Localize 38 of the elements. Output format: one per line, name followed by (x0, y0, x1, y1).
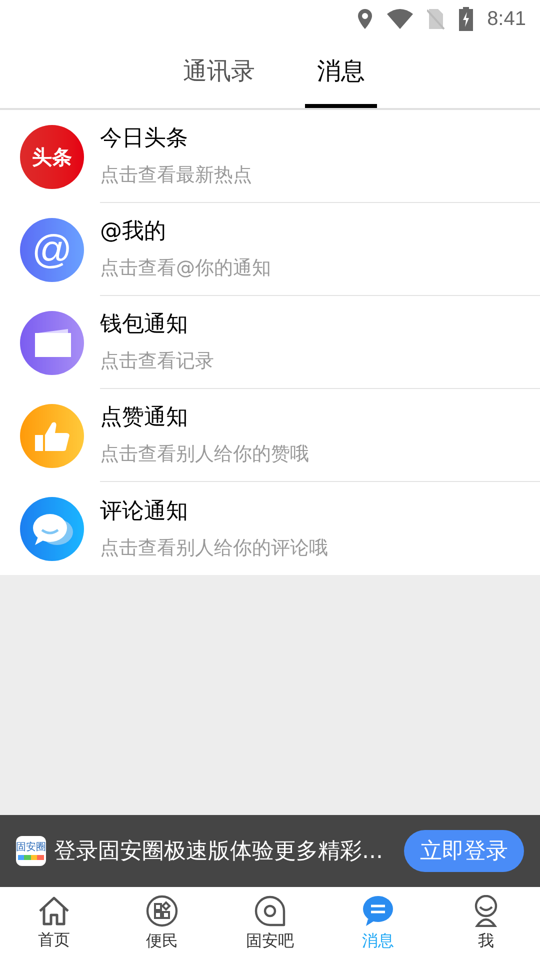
nav-tab[interactable]: 我 (432, 887, 540, 960)
message-item[interactable]: 点赞通知 点击查看别人给你的赞哦 (0, 389, 540, 482)
no-sim-icon (427, 8, 446, 30)
message-subtitle: 点击查看@你的通知 (100, 256, 272, 282)
message-subtitle: 点击查看别人给你的评论哦 (100, 536, 329, 561)
nav-tab[interactable]: 首页 (0, 887, 108, 960)
thumbs-up-icon (20, 404, 84, 468)
app-icon[interactable]: 固安圈 (16, 836, 46, 866)
app-icon-text: 固安圈 (16, 842, 46, 852)
wallet-icon (20, 310, 84, 374)
icon-text: 头条 (32, 144, 72, 170)
tab[interactable]: 通讯录 (171, 38, 267, 108)
message-item[interactable]: 评论通知 点击查看别人给你的评论哦 (0, 482, 540, 575)
message-title: 点赞通知 (100, 404, 189, 432)
nav-tab[interactable]: 固安吧 (216, 887, 324, 960)
message-subtitle: 点击查看记录 (100, 349, 215, 374)
message-title: 今日头条 (100, 125, 189, 154)
message-item[interactable]: 钱包通知 点击查看记录 (0, 296, 540, 389)
message-bubble-icon (362, 894, 394, 926)
message-item[interactable]: 头条 今日头条 点击查看最新热点 (0, 110, 540, 203)
color-stripes-icon (18, 854, 44, 860)
message-subtitle: 点击查看最新热点 (100, 163, 253, 188)
person-icon (473, 894, 499, 926)
message-title: 钱包通知 (100, 311, 189, 340)
wifi-icon (387, 9, 414, 29)
location-icon (357, 8, 374, 30)
nav-tab[interactable]: 便民 (108, 887, 216, 960)
message-subtitle: 点击查看别人给你的赞哦 (100, 442, 310, 468)
clock: 8:41 (487, 7, 526, 32)
message-item[interactable]: @ @我的 点击查看@你的通知 (0, 203, 540, 296)
banner-text: 登录固安圈极速版体验更多精彩... (54, 838, 384, 866)
message-title: 评论通知 (100, 498, 189, 526)
icon-text: @ (32, 230, 72, 270)
grid-icon (146, 894, 178, 926)
chat-bubble-icon (20, 496, 84, 560)
home-icon (38, 896, 70, 926)
battery-icon (459, 7, 474, 31)
message-title: @我的 (100, 218, 167, 246)
